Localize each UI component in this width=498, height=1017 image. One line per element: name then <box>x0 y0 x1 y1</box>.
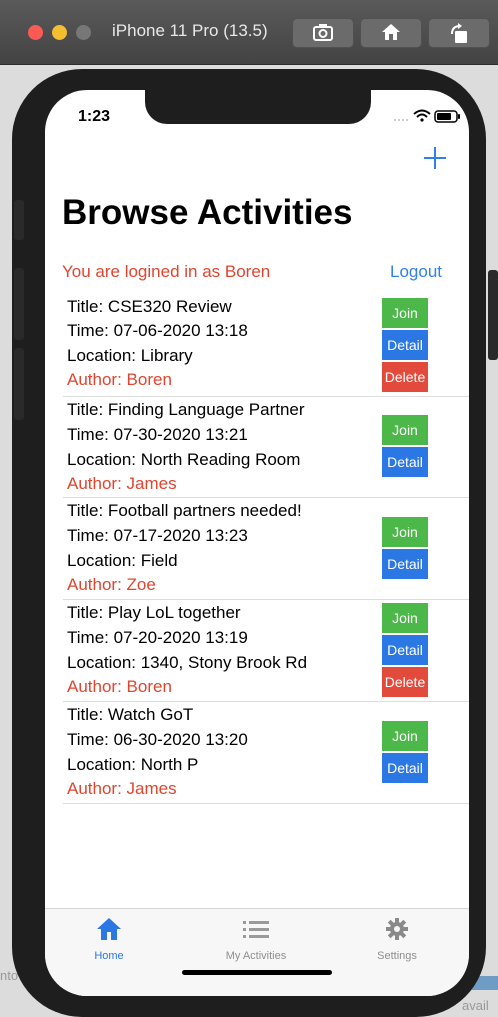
tab-label: Settings <box>377 950 417 962</box>
activity-location: Location: North P <box>67 755 199 774</box>
join-button[interactable]: Join <box>382 517 428 547</box>
rotate-icon <box>451 23 467 43</box>
activity-row[interactable]: Title: Finding Language Partner Time: 07… <box>63 397 469 498</box>
detail-button[interactable]: Detail <box>382 753 428 783</box>
delete-button[interactable]: Delete <box>382 362 428 392</box>
activity-row[interactable]: Title: Watch GoT Time: 06-30-2020 13:20 … <box>63 702 469 804</box>
activity-author: Author: Boren <box>67 370 172 389</box>
close-window-button[interactable] <box>28 25 43 40</box>
mute-switch <box>14 200 24 240</box>
background-window-text-right: avail <box>462 998 489 1013</box>
home-indicator <box>182 970 332 975</box>
home-icon <box>97 918 121 940</box>
activity-author: Author: Boren <box>67 677 172 696</box>
app-screen: 1:23 Browse Activities You are logined i… <box>45 90 469 996</box>
join-button[interactable]: Join <box>382 721 428 751</box>
power-button <box>488 270 498 360</box>
activity-title: Title: CSE320 Review <box>67 297 232 316</box>
gear-icon <box>386 918 408 940</box>
login-message: You are logined in as Boren <box>62 262 271 281</box>
join-button[interactable]: Join <box>382 603 428 633</box>
tab-my-activities[interactable]: My Activities <box>196 917 316 962</box>
zoom-window-button[interactable] <box>76 25 91 40</box>
activity-author: Author: James <box>67 474 177 493</box>
volume-up-button <box>14 268 24 340</box>
activity-title: Title: Finding Language Partner <box>67 400 305 419</box>
volume-down-button <box>14 348 24 420</box>
screenshot-button[interactable] <box>292 18 354 48</box>
activity-row[interactable]: Title: Play LoL together Time: 07-20-202… <box>63 600 469 702</box>
battery-icon <box>434 110 460 123</box>
rotate-device-button[interactable] <box>428 18 490 48</box>
wifi-icon <box>413 109 431 118</box>
activity-time: Time: 07-20-2020 13:19 <box>67 628 248 647</box>
activity-author: Author: Zoe <box>67 575 156 594</box>
simulator-title: iPhone 11 Pro (13.5) <box>112 21 268 40</box>
simulator-titlebar: iPhone 11 Pro (13.5) <box>0 0 498 65</box>
join-button[interactable]: Join <box>382 415 428 445</box>
home-outline-icon <box>382 24 400 40</box>
plus-icon <box>424 147 446 169</box>
tab-label: Home <box>94 950 124 962</box>
detail-button[interactable]: Detail <box>382 330 428 360</box>
add-activity-button[interactable] <box>423 146 447 176</box>
activity-title: Title: Watch GoT <box>67 705 194 724</box>
home-device-button[interactable] <box>360 18 422 48</box>
join-button[interactable]: Join <box>382 298 428 328</box>
activity-time: Time: 07-17-2020 13:23 <box>67 526 248 545</box>
logout-button[interactable]: Logout <box>390 262 442 282</box>
activity-list: Title: CSE320 Review Time: 07-06-2020 13… <box>63 295 469 804</box>
activity-row[interactable]: Title: Football partners needed! Time: 0… <box>63 498 469 600</box>
activity-time: Time: 07-30-2020 13:21 <box>67 425 248 444</box>
activity-location: Location: Field <box>67 551 178 570</box>
minimize-window-button[interactable] <box>52 25 67 40</box>
tab-label: My Activities <box>225 950 287 962</box>
activity-title: Title: Play LoL together <box>67 603 241 622</box>
detail-button[interactable]: Detail <box>382 635 428 665</box>
activity-time: Time: 07-06-2020 13:18 <box>67 321 248 340</box>
notch <box>145 90 371 124</box>
activity-location: Location: 1340, Stony Brook Rd <box>67 653 308 672</box>
status-icons <box>393 108 463 124</box>
camera-icon <box>313 24 333 41</box>
signal-icon <box>394 119 408 121</box>
delete-button[interactable]: Delete <box>382 667 428 697</box>
list-icon <box>243 921 269 938</box>
activity-location: Location: North Reading Room <box>67 450 301 469</box>
tab-bar: Home My Activities Settings <box>45 908 469 996</box>
activity-title: Title: Football partners needed! <box>67 501 302 520</box>
tab-home[interactable]: Home <box>49 917 169 962</box>
detail-button[interactable]: Detail <box>382 447 428 477</box>
activity-time: Time: 06-30-2020 13:20 <box>67 730 248 749</box>
activity-author: Author: James <box>67 779 177 798</box>
status-time: 1:23 <box>78 108 111 125</box>
detail-button[interactable]: Detail <box>382 549 428 579</box>
page-title: Browse Activities <box>62 193 353 232</box>
activity-location: Location: Library <box>67 346 193 365</box>
tab-settings[interactable]: Settings <box>337 917 457 962</box>
activity-row[interactable]: Title: CSE320 Review Time: 07-06-2020 13… <box>63 295 469 397</box>
